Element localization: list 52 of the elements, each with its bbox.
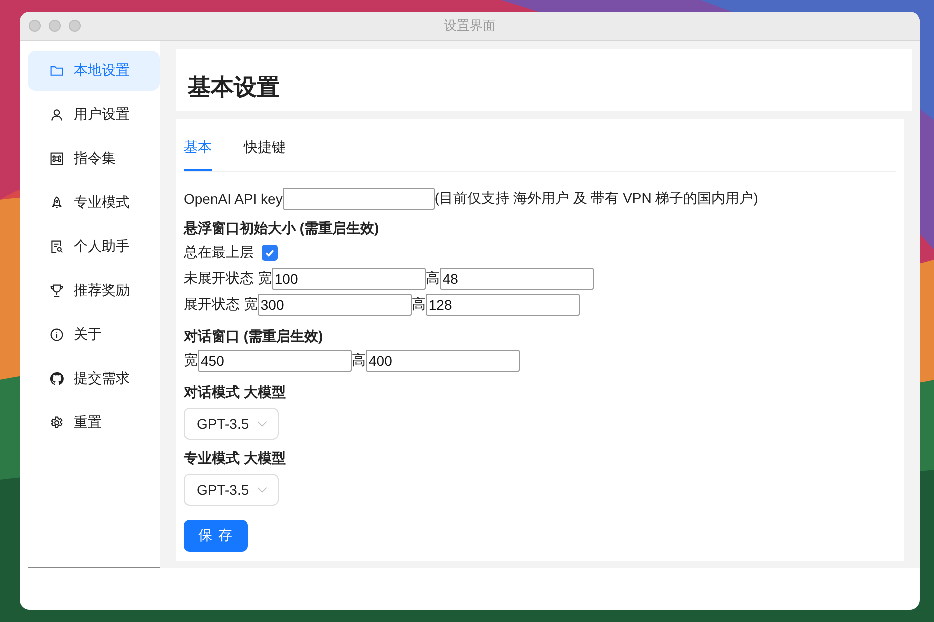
checkbox[interactable] (262, 245, 278, 261)
tab[interactable]: 基本 (184, 119, 212, 171)
section-title: 对话窗口 (需重启生效) (184, 328, 324, 346)
tab[interactable]: 快捷键 (244, 119, 286, 171)
gear-icon (50, 416, 64, 430)
field-note: (目前仅支持 海外用户 及 带有 VPN 梯子的国内用户) (434, 190, 758, 208)
sidebar-item[interactable]: 用户设置 (28, 95, 160, 135)
sidebar-item[interactable]: 个人助手 (28, 227, 160, 267)
input-field[interactable]: 400 (366, 350, 520, 372)
input-field[interactable]: 128 (426, 294, 580, 316)
page-heading: 基本设置 (188, 73, 280, 102)
sidebar-item[interactable]: 本地设置 (28, 51, 160, 91)
sidebar-item[interactable]: 重置 (28, 403, 160, 443)
model-dropdown[interactable]: GPT-3.5 (184, 408, 280, 440)
model-dropdown[interactable]: GPT-3.5 (184, 474, 280, 506)
field-label: 高 (426, 270, 440, 288)
section-title: 对话模式 大模型 (184, 384, 287, 402)
user-icon (50, 108, 64, 122)
input-field[interactable]: 450 (198, 350, 352, 372)
rocket-icon (50, 196, 64, 210)
field-label: 未展开状态 宽 (184, 270, 272, 288)
input-field[interactable]: 100 (272, 268, 426, 290)
window-title: 设置界面 (444, 17, 496, 35)
folder-icon (50, 64, 64, 78)
chevron-down-icon (257, 486, 268, 494)
close-button[interactable] (29, 20, 41, 32)
chevron-down-icon (257, 420, 268, 428)
sidebar-item[interactable]: 提交需求 (28, 359, 160, 399)
sidebar-item[interactable]: 关于 (28, 315, 160, 355)
section-title: 专业模式 大模型 (184, 450, 287, 468)
save-button[interactable]: 保 存 (184, 520, 248, 552)
github-icon (50, 372, 64, 386)
field-label: OpenAI API key (184, 191, 283, 207)
sidebar-item[interactable]: 推荐奖励 (28, 271, 160, 311)
minimize-button[interactable] (49, 20, 61, 32)
field-label: 宽 (184, 352, 198, 370)
section-title: 悬浮窗口初始大小 (需重启生效) (184, 220, 380, 238)
doc-icon (50, 240, 64, 254)
field-label: 高 (412, 296, 426, 314)
checkbox-label: 总在最上层 (184, 244, 254, 262)
sidebar-item[interactable]: 指令集 (28, 139, 160, 179)
field-label: 高 (352, 352, 366, 370)
info-icon (50, 328, 64, 342)
input-field[interactable]: 48 (440, 268, 594, 290)
input-field[interactable]: 300 (258, 294, 412, 316)
check-icon (264, 247, 276, 259)
input-field[interactable] (282, 188, 435, 210)
trophy-icon (50, 284, 64, 298)
zoom-button[interactable] (69, 20, 81, 32)
sidebar-item[interactable]: 专业模式 (28, 183, 160, 223)
command-icon (50, 152, 64, 166)
field-label: 展开状态 宽 (184, 296, 258, 314)
